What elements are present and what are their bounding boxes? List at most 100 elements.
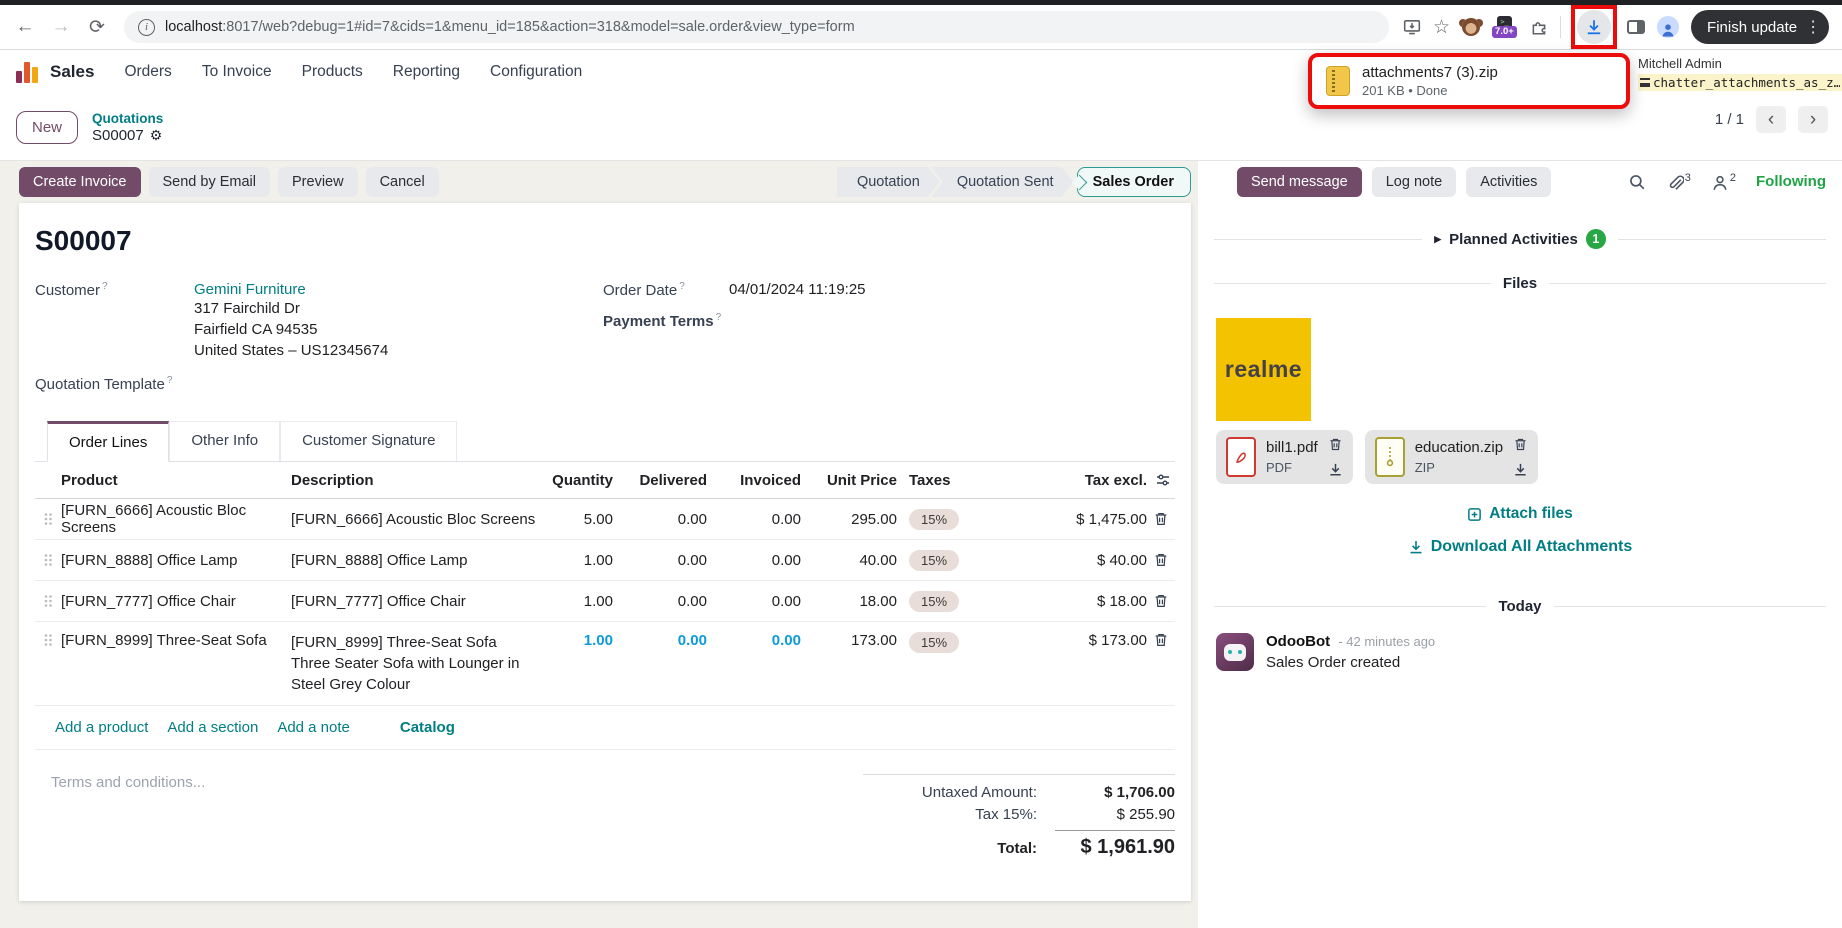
- preview-button[interactable]: Preview: [278, 167, 358, 197]
- tab-customer-signature[interactable]: Customer Signature: [280, 421, 457, 461]
- header-delivered[interactable]: Delivered: [613, 472, 707, 489]
- url-text[interactable]: localhost:8017/web?debug=1#id=7&cids=1&m…: [165, 19, 855, 35]
- menu-reporting[interactable]: Reporting: [393, 63, 460, 81]
- menu-configuration[interactable]: Configuration: [490, 63, 582, 81]
- add-section-link[interactable]: Add a section: [167, 719, 258, 736]
- new-button[interactable]: New: [16, 111, 78, 144]
- downloads-icon[interactable]: [1577, 10, 1611, 44]
- menu-orders[interactable]: Orders: [124, 63, 171, 81]
- delete-attachment-icon[interactable]: [1328, 437, 1343, 452]
- message-author[interactable]: OdooBot: [1266, 633, 1330, 650]
- tax-pill[interactable]: 15%: [909, 591, 959, 612]
- total-label: Total:: [997, 840, 1037, 857]
- tax-pill[interactable]: 15%: [909, 550, 959, 571]
- delete-attachment-icon[interactable]: [1513, 437, 1528, 452]
- message-body: Sales Order created: [1266, 654, 1435, 671]
- order-date-label: Order Date?: [603, 281, 729, 299]
- drag-handle-icon[interactable]: [35, 632, 61, 648]
- profile-avatar[interactable]: [1657, 16, 1679, 38]
- order-date-value[interactable]: 04/01/2024 11:19:25: [729, 281, 866, 299]
- header-quantity[interactable]: Quantity: [549, 472, 613, 489]
- create-invoice-button[interactable]: Create Invoice: [19, 167, 141, 197]
- status-quotation-sent[interactable]: Quotation Sent: [931, 167, 1074, 197]
- monkey-extension-icon[interactable]: [1462, 18, 1480, 36]
- tax-pill[interactable]: 15%: [909, 632, 959, 653]
- tab-other-info[interactable]: Other Info: [169, 421, 280, 461]
- zip-file-icon: [1326, 66, 1350, 96]
- pager-count: 1 / 1: [1715, 111, 1744, 128]
- drag-handle-icon[interactable]: [35, 511, 61, 527]
- header-tax-excl[interactable]: Tax excl.: [989, 472, 1147, 489]
- drag-handle-icon[interactable]: [35, 593, 61, 609]
- send-by-email-button[interactable]: Send by Email: [149, 167, 271, 197]
- attachment-card-pdf[interactable]: bill1.pdf PDF: [1216, 430, 1353, 484]
- order-line-row[interactable]: [FURN_7777] Office Chair [FURN_7777] Off…: [35, 581, 1175, 622]
- gear-icon[interactable]: ⚙: [150, 127, 163, 144]
- pager-next-icon[interactable]: ›: [1798, 106, 1828, 133]
- extensions-puzzle-icon[interactable]: [1530, 18, 1548, 36]
- add-note-link[interactable]: Add a note: [277, 719, 350, 736]
- planned-activities-divider[interactable]: ▶ Planned Activities 1: [1214, 229, 1826, 249]
- attachments-counter[interactable]: 3: [1666, 172, 1691, 192]
- following-toggle[interactable]: Following: [1756, 173, 1826, 190]
- delete-row-icon[interactable]: [1153, 511, 1169, 527]
- download-filename[interactable]: attachments7 (3).zip: [1362, 64, 1498, 81]
- delete-row-icon[interactable]: [1153, 593, 1169, 609]
- header-description[interactable]: Description: [291, 472, 549, 489]
- optional-columns-icon[interactable]: [1155, 472, 1171, 488]
- delete-row-icon[interactable]: [1153, 552, 1169, 568]
- cancel-button[interactable]: Cancel: [366, 167, 439, 197]
- download-all-attachments-link[interactable]: Download All Attachments: [1198, 538, 1842, 556]
- header-product[interactable]: Product: [61, 472, 291, 489]
- status-quotation[interactable]: Quotation: [837, 167, 940, 197]
- delete-row-icon[interactable]: [1153, 632, 1169, 648]
- log-note-button[interactable]: Log note: [1372, 167, 1456, 197]
- cell-invoiced: 0.00: [707, 632, 801, 649]
- install-icon[interactable]: [1403, 18, 1421, 36]
- download-attachment-icon[interactable]: [1328, 462, 1343, 477]
- catalog-link[interactable]: Catalog: [400, 719, 455, 736]
- status-sales-order[interactable]: Sales Order: [1077, 167, 1191, 197]
- tax-value: $ 255.90: [1055, 806, 1175, 823]
- send-message-button[interactable]: Send message: [1237, 167, 1362, 197]
- devtools-extension-icon[interactable]: >_ 7.0+: [1492, 16, 1518, 38]
- order-line-row[interactable]: [FURN_6666] Acoustic Bloc Screens [FURN_…: [35, 499, 1175, 540]
- forward-icon[interactable]: →: [46, 12, 76, 42]
- download-attachment-icon[interactable]: [1513, 462, 1528, 477]
- download-popup[interactable]: attachments7 (3).zip 201 KB • Done: [1308, 53, 1630, 109]
- cell-invoiced: 0.00: [707, 593, 801, 610]
- app-brand[interactable]: Sales: [16, 61, 94, 83]
- customer-link[interactable]: Gemini Furniture: [194, 281, 388, 298]
- search-icon[interactable]: [1628, 173, 1646, 191]
- attachment-type: PDF: [1266, 460, 1318, 475]
- header-taxes[interactable]: Taxes: [897, 472, 989, 489]
- reload-icon[interactable]: ⟳: [82, 12, 112, 42]
- activities-button[interactable]: Activities: [1466, 167, 1551, 197]
- order-line-row[interactable]: [FURN_8999] Three-Seat Sofa [FURN_8999] …: [35, 622, 1175, 706]
- terms-placeholder[interactable]: Terms and conditions...: [35, 774, 205, 864]
- followers-counter[interactable]: 2: [1711, 172, 1736, 192]
- header-unit-price[interactable]: Unit Price: [801, 472, 897, 489]
- back-icon[interactable]: ←: [10, 12, 40, 42]
- breadcrumb-quotations[interactable]: Quotations: [92, 111, 163, 126]
- attach-files-link[interactable]: Attach files: [1198, 505, 1842, 523]
- attachment-image-realme[interactable]: realme: [1216, 318, 1311, 421]
- pager-prev-icon[interactable]: ‹: [1756, 106, 1786, 133]
- menu-to-invoice[interactable]: To Invoice: [202, 63, 272, 81]
- site-info-icon[interactable]: i: [138, 19, 155, 36]
- side-panel-icon[interactable]: [1627, 20, 1645, 34]
- cell-unit-price: 18.00: [801, 593, 897, 610]
- browser-menu-icon[interactable]: ⋮: [1805, 17, 1821, 37]
- order-line-row[interactable]: [FURN_8888] Office Lamp [FURN_8888] Offi…: [35, 540, 1175, 581]
- attachment-card-zip[interactable]: education.zip ZIP: [1365, 430, 1538, 484]
- add-product-link[interactable]: Add a product: [55, 719, 148, 736]
- tax-pill[interactable]: 15%: [909, 509, 959, 530]
- header-invoiced[interactable]: Invoiced: [707, 472, 801, 489]
- tab-order-lines[interactable]: Order Lines: [47, 421, 169, 462]
- bookmark-star-icon[interactable]: ☆: [1433, 18, 1450, 37]
- url-bar[interactable]: i localhost:8017/web?debug=1#id=7&cids=1…: [124, 11, 1389, 43]
- drag-handle-icon[interactable]: [35, 552, 61, 568]
- finish-update-button[interactable]: Finish update ⋮: [1691, 10, 1829, 44]
- chatter-message[interactable]: OdooBot - 42 minutes ago Sales Order cre…: [1216, 633, 1842, 671]
- menu-products[interactable]: Products: [302, 63, 363, 81]
